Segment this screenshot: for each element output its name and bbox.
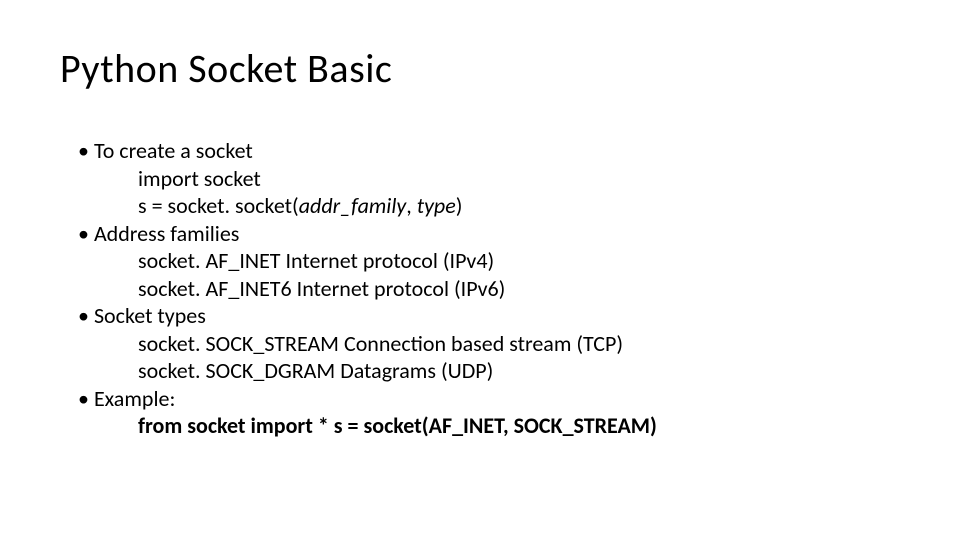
bullet-item-address-families: Address families socket. AF_INET Interne… [78, 220, 900, 303]
sub-line: socket. SOCK_STREAM Connection based str… [138, 330, 900, 358]
bullet-head-text: Socket types [94, 302, 206, 329]
slide-title: Python Socket Basic [60, 44, 900, 93]
bullet-head-text: Example: [94, 385, 175, 412]
bullet-item-create-socket: To create a socket import socket s = soc… [78, 137, 900, 220]
bullet-head: Address families [78, 220, 239, 247]
bullet-item-socket-types: Socket types socket. SOCK_STREAM Connect… [78, 302, 900, 385]
code-fragment: ) [456, 192, 463, 219]
slide-content: To create a socket import socket s = soc… [60, 137, 900, 440]
bullet-head: Example: [78, 385, 175, 412]
bullet-head: Socket types [78, 302, 206, 329]
code-fragment: , [406, 192, 416, 219]
sub-line: socket. SOCK_DGRAM Datagrams (UDP) [138, 357, 900, 385]
sub-line: import socket [138, 165, 900, 193]
bullet-item-example: Example: from socket import * s = socket… [78, 385, 900, 440]
code-arg: addr_family [299, 192, 407, 219]
sub-line: from socket import * s = socket(AF_INET,… [138, 412, 900, 440]
bullet-list: To create a socket import socket s = soc… [60, 137, 900, 440]
bullet-head-text: To create a socket [94, 137, 253, 164]
code-fragment: s = socket. socket( [138, 192, 299, 219]
slide: Python Socket Basic To create a socket i… [0, 0, 960, 540]
sub-line: socket. AF_INET Internet protocol (IPv4) [138, 247, 900, 275]
code-arg: type [417, 192, 456, 219]
bullet-head: To create a socket [78, 137, 253, 164]
bullet-head-text: Address families [94, 220, 239, 247]
sub-line: socket. AF_INET6 Internet protocol (IPv6… [138, 275, 900, 303]
sub-line: s = socket. socket(addr_family, type) [138, 192, 900, 220]
